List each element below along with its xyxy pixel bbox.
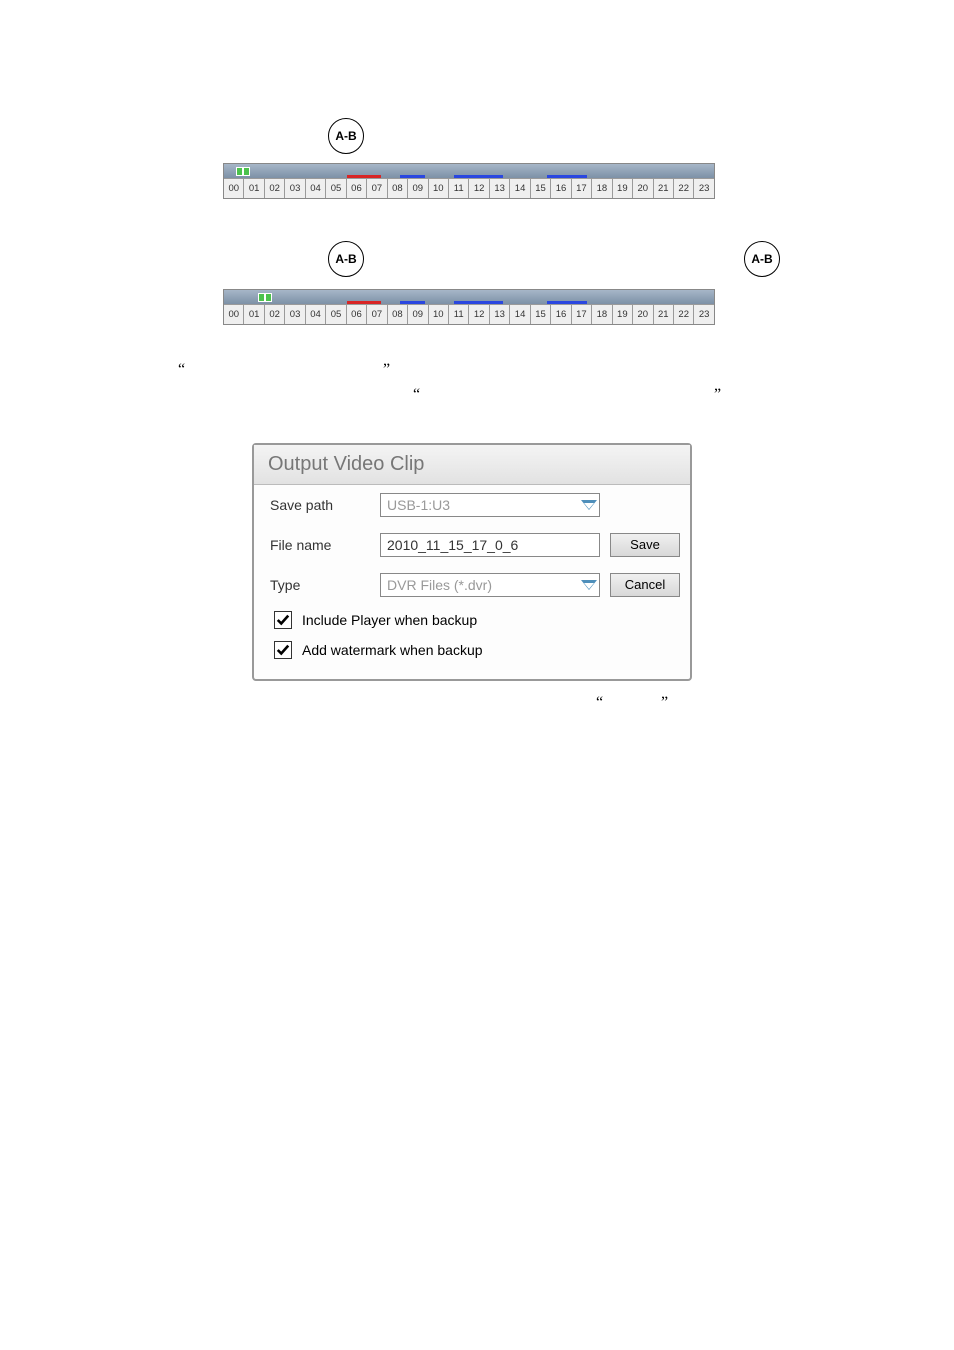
timeline-ruler: 0001020304050607080910111213141516171819… — [224, 178, 714, 198]
hour-tick: 02 — [265, 304, 285, 324]
hour-tick: 09 — [408, 304, 428, 324]
hour-tick: 00 — [224, 304, 244, 324]
type-select[interactable]: DVR Files (*.dvr) — [380, 573, 600, 597]
hour-tick: 17 — [572, 178, 592, 198]
hour-tick: 16 — [551, 304, 571, 324]
quote-open-1: “ — [178, 361, 185, 379]
check-icon — [276, 643, 290, 657]
hour-tick: 12 — [469, 304, 489, 324]
quote-open-3: “ — [596, 694, 603, 712]
hour-tick: 22 — [674, 178, 694, 198]
timeline-2[interactable]: 0001020304050607080910111213141516171819… — [223, 289, 715, 325]
hour-tick: 23 — [694, 304, 713, 324]
cancel-button[interactable]: Cancel — [610, 573, 680, 597]
hour-tick: 14 — [510, 178, 530, 198]
hour-tick: 20 — [633, 304, 653, 324]
file-name-input[interactable]: 2010_11_15_17_0_6 — [380, 533, 600, 557]
output-video-dialog: Output Video Clip Save path USB-1:U3 Fil… — [252, 443, 692, 681]
hour-tick: 15 — [531, 304, 551, 324]
ab-button-1[interactable]: A-B — [328, 118, 364, 154]
hour-tick: 05 — [326, 178, 346, 198]
hour-tick: 12 — [469, 178, 489, 198]
hour-tick: 18 — [592, 178, 612, 198]
save-path-label: Save path — [270, 497, 370, 513]
quote-close-3: ” — [661, 694, 668, 712]
type-label: Type — [270, 577, 370, 593]
hour-tick: 00 — [224, 178, 244, 198]
hour-tick: 04 — [306, 178, 326, 198]
hour-tick: 10 — [429, 304, 449, 324]
hour-tick: 01 — [244, 178, 264, 198]
quote-close-2: ” — [714, 386, 721, 404]
chevron-down-icon — [581, 500, 597, 510]
save-path-select[interactable]: USB-1:U3 — [380, 493, 600, 517]
hour-tick: 14 — [510, 304, 530, 324]
hour-tick: 06 — [347, 304, 367, 324]
hour-tick: 06 — [347, 178, 367, 198]
quote-close-1: ” — [383, 361, 390, 379]
hour-tick: 19 — [613, 178, 633, 198]
hour-tick: 08 — [388, 304, 408, 324]
hour-tick: 10 — [429, 178, 449, 198]
timeline-1[interactable]: 0001020304050607080910111213141516171819… — [223, 163, 715, 199]
ab-button-2[interactable]: A-B — [328, 241, 364, 277]
hour-tick: 20 — [633, 178, 653, 198]
hour-tick: 09 — [408, 178, 428, 198]
hour-tick: 03 — [285, 304, 305, 324]
hour-tick: 18 — [592, 304, 612, 324]
ab-button-3[interactable]: A-B — [744, 241, 780, 277]
hour-tick: 16 — [551, 178, 571, 198]
save-button[interactable]: Save — [610, 533, 680, 557]
timeline-bar — [224, 164, 714, 179]
hour-tick: 01 — [244, 304, 264, 324]
hour-tick: 21 — [654, 178, 674, 198]
type-value: DVR Files (*.dvr) — [387, 577, 492, 593]
save-path-value: USB-1:U3 — [387, 497, 450, 513]
hour-tick: 04 — [306, 304, 326, 324]
hour-tick: 21 — [654, 304, 674, 324]
hour-tick: 22 — [674, 304, 694, 324]
include-player-label: Include Player when backup — [302, 612, 477, 628]
hour-tick: 17 — [572, 304, 592, 324]
hour-tick: 11 — [449, 304, 469, 324]
add-watermark-checkbox[interactable] — [274, 641, 292, 659]
hour-tick: 11 — [449, 178, 469, 198]
hour-tick: 23 — [694, 178, 713, 198]
chevron-down-icon — [581, 580, 597, 590]
ab-label: A-B — [751, 252, 772, 266]
hour-tick: 02 — [265, 178, 285, 198]
check-icon — [276, 613, 290, 627]
hour-tick: 03 — [285, 178, 305, 198]
hour-tick: 19 — [613, 304, 633, 324]
hour-tick: 15 — [531, 178, 551, 198]
include-player-checkbox[interactable] — [274, 611, 292, 629]
hour-tick: 07 — [367, 304, 387, 324]
timeline-bar — [224, 290, 714, 305]
timeline-ruler: 0001020304050607080910111213141516171819… — [224, 304, 714, 324]
hour-tick: 08 — [388, 178, 408, 198]
file-name-value: 2010_11_15_17_0_6 — [387, 537, 518, 553]
hour-tick: 05 — [326, 304, 346, 324]
ab-label: A-B — [335, 252, 356, 266]
add-watermark-label: Add watermark when backup — [302, 642, 483, 658]
dialog-title: Output Video Clip — [254, 445, 690, 485]
quote-open-2: “ — [413, 386, 420, 404]
hour-tick: 07 — [367, 178, 387, 198]
hour-tick: 13 — [490, 178, 510, 198]
ab-label: A-B — [335, 129, 356, 143]
hour-tick: 13 — [490, 304, 510, 324]
file-name-label: File name — [270, 537, 370, 553]
